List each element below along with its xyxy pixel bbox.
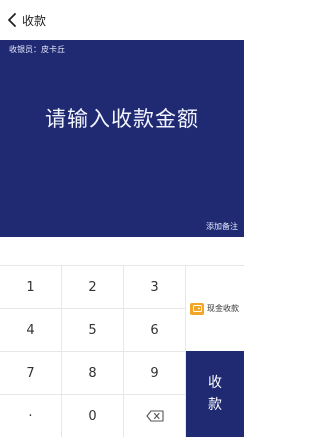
key-decimal[interactable]: · [0, 394, 62, 437]
cashier-label: 收银员： [9, 45, 41, 54]
collect-payment-button[interactable]: 收款 [186, 351, 244, 437]
key-5[interactable]: 5 [62, 308, 124, 351]
wallet-icon [190, 302, 204, 315]
cash-payment-button[interactable]: 现金收款 [186, 265, 244, 351]
key-0[interactable]: 0 [62, 394, 124, 437]
backspace-icon [145, 410, 164, 422]
key-7[interactable]: 7 [0, 351, 62, 394]
amount-prompt[interactable]: 请输入收款金额 [0, 103, 244, 133]
cash-payment-label: 现金收款 [207, 304, 239, 313]
key-8[interactable]: 8 [62, 351, 124, 394]
key-9[interactable]: 9 [124, 351, 186, 394]
add-remark-link[interactable]: 添加备注 [206, 221, 238, 232]
numeric-keypad: 1 2 3 4 5 6 7 8 9 · 0 [0, 265, 186, 437]
page-title: 收款 [22, 13, 47, 28]
key-3[interactable]: 3 [124, 265, 186, 308]
collect-payment-label: 收款 [208, 375, 222, 413]
back-button[interactable] [2, 0, 22, 40]
cashier-name: 皮卡丘 [41, 45, 65, 54]
key-1[interactable]: 1 [0, 265, 62, 308]
key-6[interactable]: 6 [124, 308, 186, 351]
key-4[interactable]: 4 [0, 308, 62, 351]
key-2[interactable]: 2 [62, 265, 124, 308]
spacer [0, 237, 244, 265]
amount-panel: 收银员：皮卡丘 请输入收款金额 添加备注 [0, 40, 244, 237]
payment-actions: 现金收款 收款 [186, 265, 244, 437]
chevron-left-icon [8, 13, 16, 27]
cashier-info: 收银员：皮卡丘 [9, 44, 65, 55]
top-bar: 收款 [0, 0, 244, 40]
key-backspace[interactable] [124, 394, 186, 437]
